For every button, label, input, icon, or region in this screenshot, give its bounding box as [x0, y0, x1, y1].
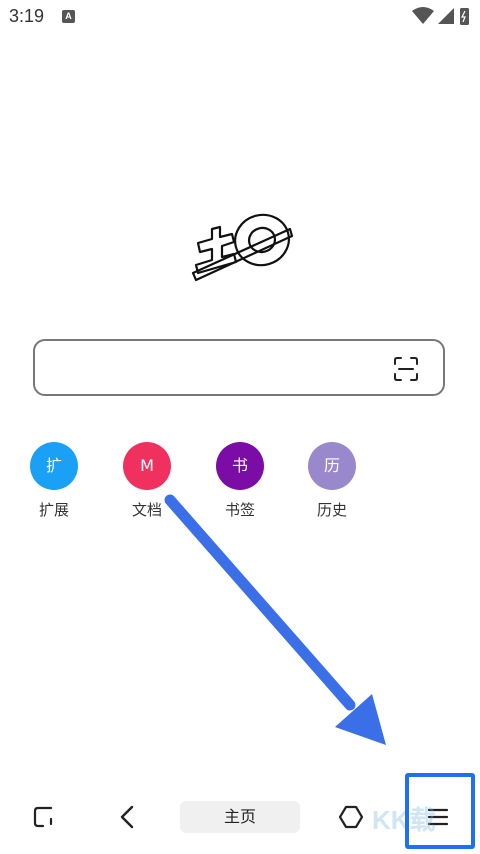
status-bar: 3:19 A — [0, 0, 480, 34]
back-button[interactable] — [110, 798, 146, 836]
signal-icon — [438, 8, 454, 24]
documents-icon: M — [123, 442, 171, 490]
notification-icon: A — [62, 10, 75, 23]
quick-link-bookmarks[interactable]: 书 书签 — [205, 442, 275, 520]
quick-link-extensions[interactable]: 扩 扩展 — [19, 442, 89, 520]
scan-icon[interactable] — [393, 356, 419, 382]
quick-link-documents[interactable]: M 文档 — [112, 442, 182, 520]
history-icon: 历 — [308, 442, 356, 490]
back-icon — [120, 805, 134, 829]
hexagon-icon — [338, 805, 364, 829]
status-icons — [412, 7, 469, 25]
status-time: 3:19 — [9, 6, 45, 26]
home-button[interactable]: 主页 — [180, 801, 300, 833]
annotation-highlight-box — [405, 773, 475, 849]
quick-link-label: 扩展 — [38, 501, 69, 519]
quick-link-history[interactable]: 历 历史 — [297, 442, 367, 520]
tabs-icon — [33, 806, 53, 828]
quick-link-label: 书签 — [224, 501, 255, 519]
quick-link-label: 文档 — [131, 501, 162, 519]
quick-link-label: 历史 — [316, 501, 347, 519]
tabs-button[interactable] — [26, 798, 62, 836]
annotation-arrow — [164, 494, 386, 745]
bookmarks-icon: 书 — [216, 442, 264, 490]
search-input[interactable] — [33, 339, 445, 396]
extensions-icon: 扩 — [30, 442, 78, 490]
browser-logo — [191, 213, 294, 282]
wifi-icon — [412, 7, 434, 24]
hexagon-button[interactable] — [333, 798, 369, 836]
